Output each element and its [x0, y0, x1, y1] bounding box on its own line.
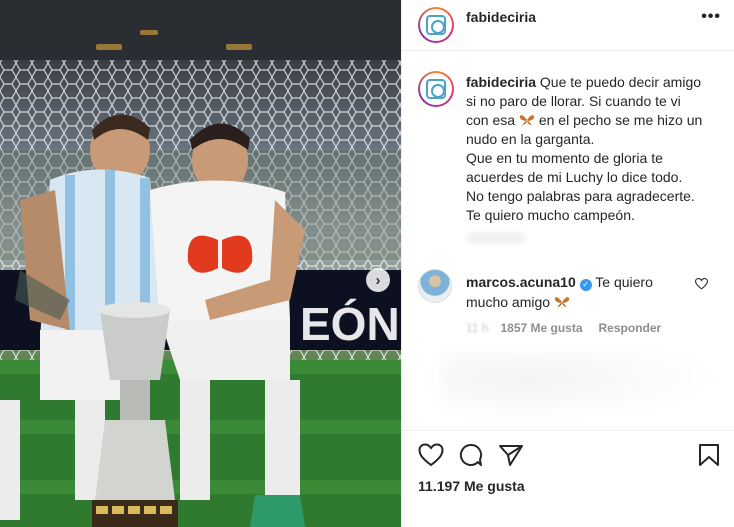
- more-options-icon[interactable]: •••: [701, 8, 721, 26]
- post-side-panel: fabideciria ••• fabideciria Que te puedo…: [401, 0, 734, 527]
- butterfly-icon: [554, 297, 570, 308]
- comment-username[interactable]: marcos.acuna10: [466, 274, 576, 290]
- comment-text: mucho amigo: [466, 294, 551, 310]
- caption-username[interactable]: fabideciria: [466, 74, 536, 90]
- post-header: fabideciria •••: [402, 0, 734, 51]
- comment-meta: 11 h 1857 Me gusta Responder: [466, 321, 661, 335]
- comment-time: 11 h: [466, 321, 489, 335]
- comment-text: Te quiero: [595, 274, 653, 290]
- post-caption: fabideciria Que te puedo decir amigo si …: [466, 73, 724, 225]
- heart-icon[interactable]: [418, 443, 444, 467]
- comment-like-heart-icon[interactable]: [695, 278, 708, 290]
- brand-logo-icon: [426, 15, 446, 35]
- share-icon[interactable]: [498, 443, 524, 467]
- butterfly-icon: [519, 115, 535, 126]
- caption-text: No tengo palabras para agradecerte.: [466, 188, 695, 204]
- post-photo[interactable]: EÓN ›: [0, 0, 401, 527]
- caption-text: si no paro de llorar. Si cuando te vi: [466, 93, 681, 109]
- author-avatar[interactable]: [418, 7, 454, 43]
- commenter-avatar[interactable]: [418, 269, 452, 303]
- reply-button[interactable]: Responder: [599, 321, 662, 335]
- caption-text: nudo en la garganta.: [466, 131, 595, 147]
- svg-text:EÓN: EÓN: [300, 298, 400, 350]
- caption-text: en el pecho se me hizo un: [538, 112, 703, 128]
- next-photo-button[interactable]: ›: [366, 268, 390, 292]
- caption-text: acuerdes de mi Luchy lo dice todo.: [466, 169, 683, 185]
- verified-icon: ✓: [579, 279, 592, 291]
- blurred-timestamp: [466, 232, 526, 244]
- caption-text: con esa: [466, 112, 516, 128]
- caption-author-avatar[interactable]: [418, 71, 454, 107]
- caption-text: Que te puedo decir amigo: [539, 74, 702, 90]
- comment-icon[interactable]: [458, 443, 484, 467]
- likes-count[interactable]: 11.197 Me gusta: [418, 478, 525, 494]
- comment: marcos.acuna10 ✓ Te quiero mucho amigo: [466, 272, 706, 312]
- brand-logo-icon: [426, 79, 446, 99]
- chevron-right-icon: ›: [375, 271, 381, 289]
- blurred-comments: [442, 350, 722, 420]
- bookmark-icon[interactable]: [698, 443, 720, 467]
- photo-illustration: EÓN: [0, 0, 401, 527]
- author-username[interactable]: fabideciria: [466, 9, 536, 25]
- caption-text: Te quiero mucho campeón.: [466, 207, 635, 223]
- caption-text: Que en tu momento de gloria te: [466, 150, 663, 166]
- comment-likes[interactable]: 1857 Me gusta: [500, 321, 582, 335]
- action-bar: [402, 430, 734, 480]
